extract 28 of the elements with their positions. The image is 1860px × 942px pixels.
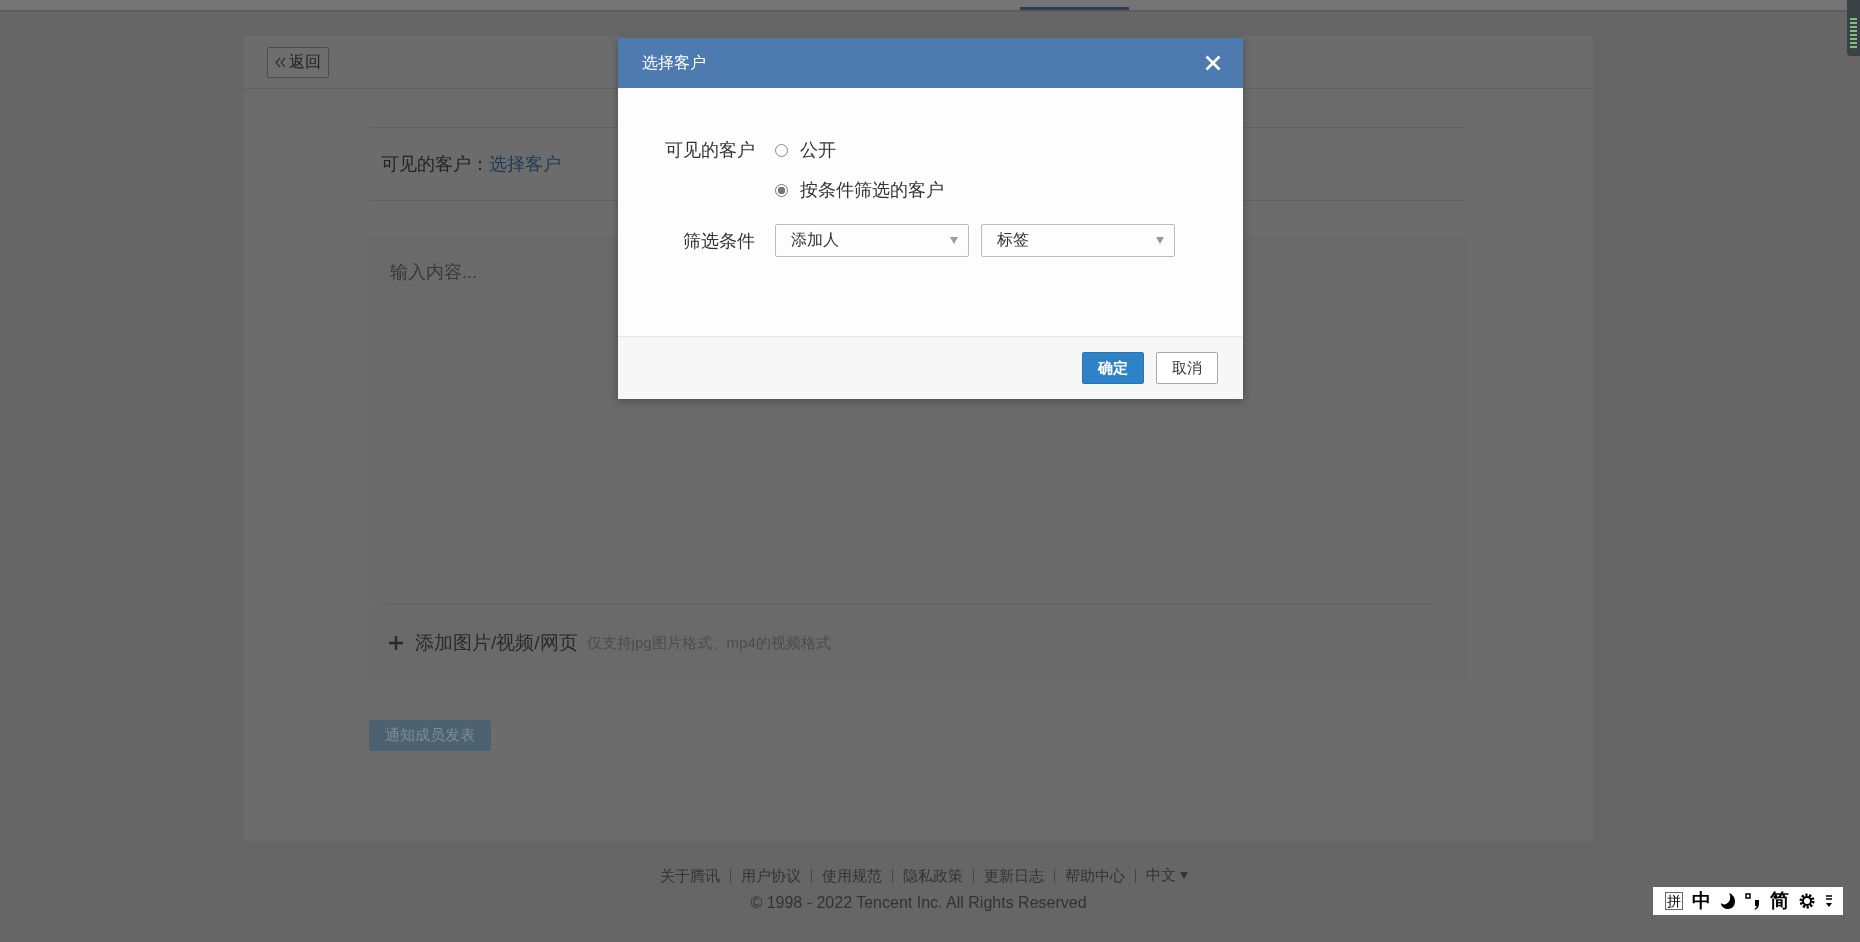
radio-button[interactable]	[775, 143, 788, 157]
ime-toggle-button[interactable]: 简	[1770, 888, 1789, 914]
add-media-button[interactable]: 添加图片/视频/网页	[389, 630, 578, 656]
ime-toggle-button[interactable]: 中	[1692, 888, 1711, 914]
gear-icon[interactable]	[1798, 892, 1816, 910]
close-icon[interactable]	[1205, 55, 1221, 71]
plus-icon	[389, 636, 403, 650]
dialog-title: 选择客户	[642, 52, 706, 73]
caret-icon	[1179, 872, 1188, 879]
double-chevron-icon	[275, 56, 286, 68]
visible-customers-label: 可见的客户：	[381, 153, 489, 176]
moon-icon[interactable]	[1720, 892, 1736, 910]
radio-button[interactable]	[775, 183, 788, 197]
pinyin-mode-button[interactable]: 拼	[1665, 892, 1683, 910]
more-icon[interactable]	[1825, 894, 1833, 908]
select-customers-link[interactable]: 选择客户	[489, 152, 561, 176]
filter-dropdown[interactable]: 添加人	[775, 224, 969, 257]
visibility-label: 可见的客户	[664, 139, 755, 162]
radio-label: 按条件筛选的客户	[800, 179, 944, 202]
filter-dropdown[interactable]: 标签	[981, 224, 1175, 257]
caret-icon	[1156, 237, 1164, 244]
punctuation-icon[interactable]	[1745, 892, 1761, 910]
back-button[interactable]: 返回	[267, 46, 329, 78]
confirm-button[interactable]: 确定	[1082, 352, 1144, 384]
volume-meter-icon	[1847, 0, 1860, 56]
radio-label: 公开	[800, 139, 836, 162]
caret-icon	[950, 237, 958, 244]
cancel-button[interactable]: 取消	[1156, 352, 1218, 384]
